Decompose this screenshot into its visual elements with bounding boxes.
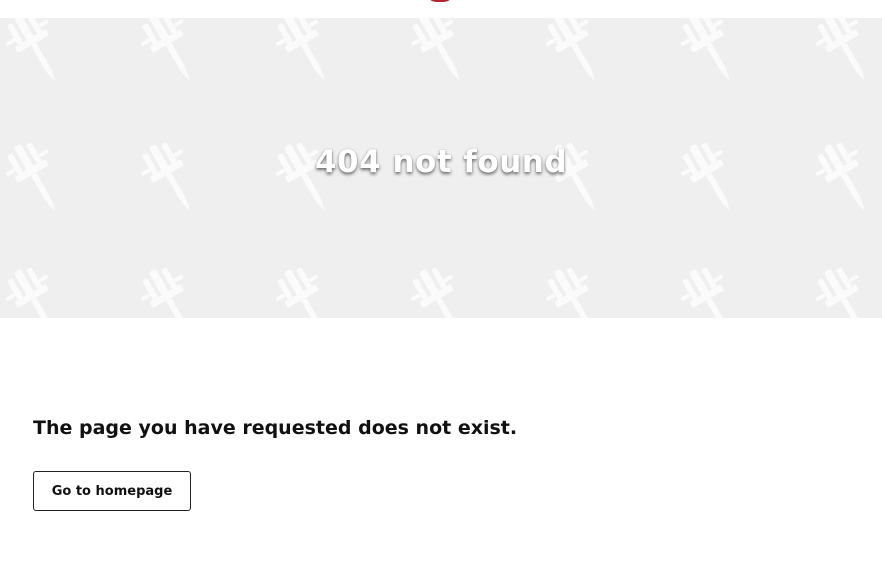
error-message: The page you have requested does not exi…	[33, 417, 518, 439]
page: 404 not found The page you have requeste…	[0, 0, 882, 587]
page-title: 404 not found	[314, 144, 568, 180]
top-header	[0, 0, 882, 18]
go-to-homepage-button[interactable]: Go to homepage	[33, 471, 191, 511]
brand-logo-icon[interactable]	[425, 0, 455, 2]
hero-banner: 404 not found	[0, 18, 882, 318]
